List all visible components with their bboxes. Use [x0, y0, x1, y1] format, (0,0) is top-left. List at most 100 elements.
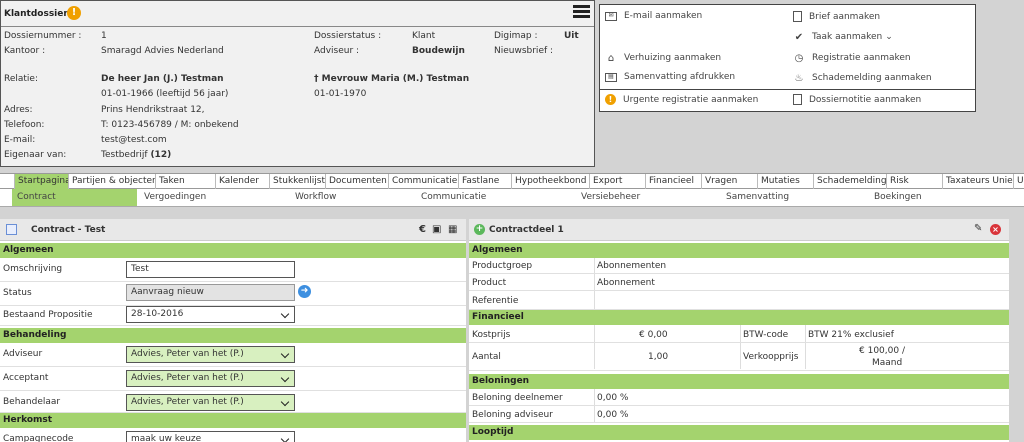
- verhuizing-aanmaken-action[interactable]: ⌂ Verhuizing aanmaken: [605, 52, 721, 64]
- subtab-workflow[interactable]: Workflow: [290, 189, 415, 206]
- clock-icon: ◷: [794, 52, 804, 64]
- urgente-registratie-action[interactable]: ! Urgente registratie aanmaken: [605, 94, 758, 105]
- subtab-samenvatting[interactable]: Samenvatting: [721, 189, 869, 206]
- relatie2-name[interactable]: † Mevrouw Maria (M.) Testman: [314, 74, 469, 84]
- tab-overflow[interactable]: U: [1013, 174, 1024, 189]
- section-herkomst: Herkomst: [0, 413, 466, 428]
- schademelding-aanmaken-action[interactable]: ♨ Schademelding aanmaken: [793, 72, 932, 84]
- subtab-boekingen[interactable]: Boekingen: [869, 189, 999, 206]
- relatie1-name[interactable]: De heer Jan (J.) Testman: [101, 74, 224, 84]
- tab-communicatie[interactable]: Communicatie: [388, 174, 458, 189]
- arrow-right-icon[interactable]: ➜: [298, 285, 311, 298]
- klantdossier-panel: Klantdossier ! Dossiernummer : 1 Kantoor…: [0, 0, 595, 167]
- tab-startpagina[interactable]: Startpagina: [14, 174, 68, 189]
- tab-partijen-objecten[interactable]: Partijen & objecten: [68, 174, 155, 189]
- tab-fastlane[interactable]: Fastlane: [458, 174, 511, 189]
- contract-icon: [6, 224, 17, 235]
- product-label: Product: [472, 278, 507, 288]
- tab-export[interactable]: Export: [589, 174, 645, 189]
- document-icon: [793, 94, 802, 105]
- tab-mutaties[interactable]: Mutaties: [757, 174, 813, 189]
- main-nav: Startpagina Partijen & objecten Taken Ka…: [0, 173, 1024, 189]
- subtab-vergoedingen[interactable]: Vergoedingen: [139, 189, 289, 206]
- propositie-select[interactable]: 28-10-2016: [126, 306, 295, 323]
- productgroep-label: Productgroep: [472, 261, 533, 271]
- beloning-deelnemer-value: 0,00 %: [597, 393, 629, 403]
- kostprijs-value: € 0,00: [639, 330, 668, 340]
- registratie-aanmaken-action[interactable]: ◷ Registratie aanmaken: [793, 52, 911, 64]
- tab-taxateurs-unie[interactable]: Taxateurs Unie: [942, 174, 1013, 189]
- subtab-versiebeheer[interactable]: Versiebeheer: [576, 189, 721, 206]
- eigenaar-label: Eigenaar van:: [4, 150, 67, 160]
- digimap-label: Digimap :: [494, 31, 538, 41]
- campagne-label: Campagnecode: [3, 434, 74, 442]
- email-aanmaken-action[interactable]: ✉ E-mail aanmaken: [605, 11, 702, 21]
- section-financieel: Financieel: [469, 310, 1009, 325]
- section-behandeling: Behandeling: [0, 328, 466, 343]
- section-beloningen: Beloningen: [469, 374, 1009, 389]
- tab-risk[interactable]: Risk: [886, 174, 942, 189]
- acceptant-label: Acceptant: [3, 373, 49, 383]
- referentie-label: Referentie: [472, 296, 519, 306]
- sub-nav: Contract Vergoedingen Workflow Communica…: [0, 189, 1024, 207]
- adviseur-value: Boudewijn: [412, 46, 465, 56]
- tab-financieel[interactable]: Financieel: [645, 174, 701, 189]
- euro-icon[interactable]: €: [419, 224, 426, 235]
- email-value[interactable]: test@test.com: [101, 135, 167, 145]
- behandelaar-label: Behandelaar: [3, 397, 61, 407]
- warning-icon: !: [605, 94, 616, 105]
- propositie-label: Bestaand Propositie: [3, 310, 93, 320]
- omschrijving-label: Omschrijving: [3, 264, 63, 274]
- checkmark-icon: ✔: [794, 31, 804, 43]
- aantal-label: Aantal: [472, 352, 501, 362]
- kostprijs-label: Kostprijs: [472, 330, 511, 340]
- dossiernummer-value: 1: [101, 31, 107, 41]
- edit-icon[interactable]: ✎: [974, 223, 982, 234]
- dossierstatus-label: Dossierstatus :: [314, 31, 382, 41]
- verkoopprijs-label: Verkoopprijs: [743, 352, 799, 362]
- verkoopprijs-value: € 100,00 /: [859, 346, 905, 356]
- campagne-select[interactable]: maak uw keuze: [126, 431, 295, 442]
- tab-hypotheekbond[interactable]: Hypotheekbond: [511, 174, 589, 189]
- samenvatting-afdrukken-action[interactable]: ▤ Samenvatting afdrukken: [605, 72, 735, 82]
- taak-aanmaken-action[interactable]: ✔ Taak aanmaken ⌄: [793, 31, 893, 43]
- section-algemeen: Algemeen: [0, 243, 466, 258]
- acceptant-select[interactable]: Advies, Peter van het (P.): [126, 370, 295, 387]
- behandelaar-select[interactable]: Advies, Peter van het (P.): [126, 394, 295, 411]
- relatie2-birth: 01-01-1970: [314, 89, 367, 99]
- tab-kalender[interactable]: Kalender: [215, 174, 269, 189]
- warning-icon[interactable]: !: [67, 6, 81, 20]
- contract-panel: Contract - Test € ▣ ▦ Algemeen Omschrijv…: [0, 219, 466, 442]
- tab-taken[interactable]: Taken: [155, 174, 215, 189]
- btwcode-label: BTW-code: [743, 330, 789, 340]
- envelope-icon: ✉: [605, 11, 617, 21]
- section-looptijd: Looptijd: [469, 425, 1009, 440]
- adviseur-label: Adviseur :: [314, 46, 360, 56]
- brief-aanmaken-action[interactable]: Brief aanmaken: [793, 11, 880, 22]
- relatie-label: Relatie:: [4, 74, 39, 84]
- adviseur-select[interactable]: Advies, Peter van het (P.): [126, 346, 295, 363]
- nieuwsbrief-label: Nieuwsbrief :: [494, 46, 554, 56]
- cube-icon[interactable]: ▣: [432, 224, 441, 235]
- adres-label: Adres:: [4, 105, 33, 115]
- btwcode-value: BTW 21% exclusief: [808, 330, 894, 340]
- tab-stukkenlijst[interactable]: Stukkenlijst: [269, 174, 325, 189]
- document-icon: [793, 11, 802, 22]
- export-icon[interactable]: ▦: [448, 224, 457, 235]
- kantoor-value: Smaragd Advies Nederland: [101, 46, 224, 56]
- dossiernotitie-action[interactable]: Dossiernotitie aanmaken: [793, 94, 921, 105]
- id-card-icon: ▤: [605, 72, 617, 82]
- home-icon: ⌂: [607, 52, 615, 64]
- tab-schademelding[interactable]: Schademelding: [813, 174, 886, 189]
- subtab-contract[interactable]: Contract: [12, 189, 137, 206]
- omschrijving-input[interactable]: Test: [126, 261, 295, 278]
- plus-icon[interactable]: +: [474, 224, 485, 235]
- hamburger-menu-icon[interactable]: [573, 5, 590, 19]
- eigenaar-value[interactable]: Testbedrijf (12): [101, 150, 171, 160]
- dossiernummer-label: Dossiernummer :: [4, 31, 82, 41]
- close-icon[interactable]: ×: [990, 224, 1001, 235]
- tab-vragen[interactable]: Vragen: [701, 174, 757, 189]
- subtab-communicatie[interactable]: Communicatie: [416, 189, 576, 206]
- tab-documenten[interactable]: Documenten: [325, 174, 388, 189]
- chevron-down-icon: ⌄: [885, 32, 893, 42]
